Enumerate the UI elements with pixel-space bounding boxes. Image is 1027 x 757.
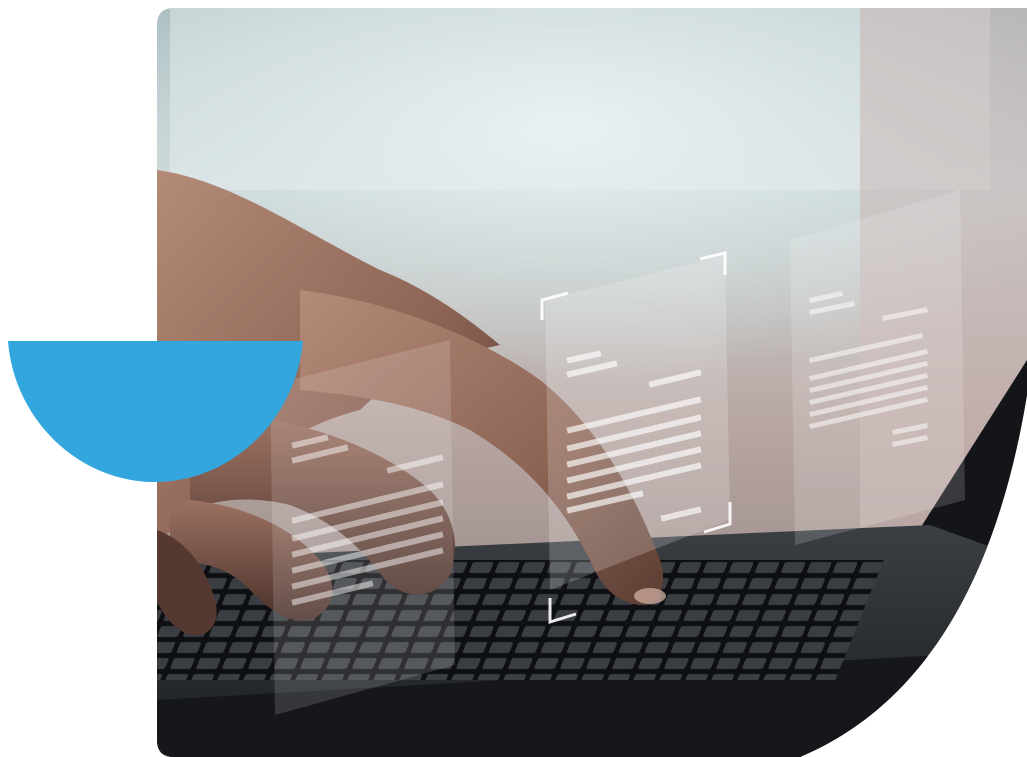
hero-graphic [0, 0, 1027, 757]
half-circle-shape [8, 341, 303, 482]
